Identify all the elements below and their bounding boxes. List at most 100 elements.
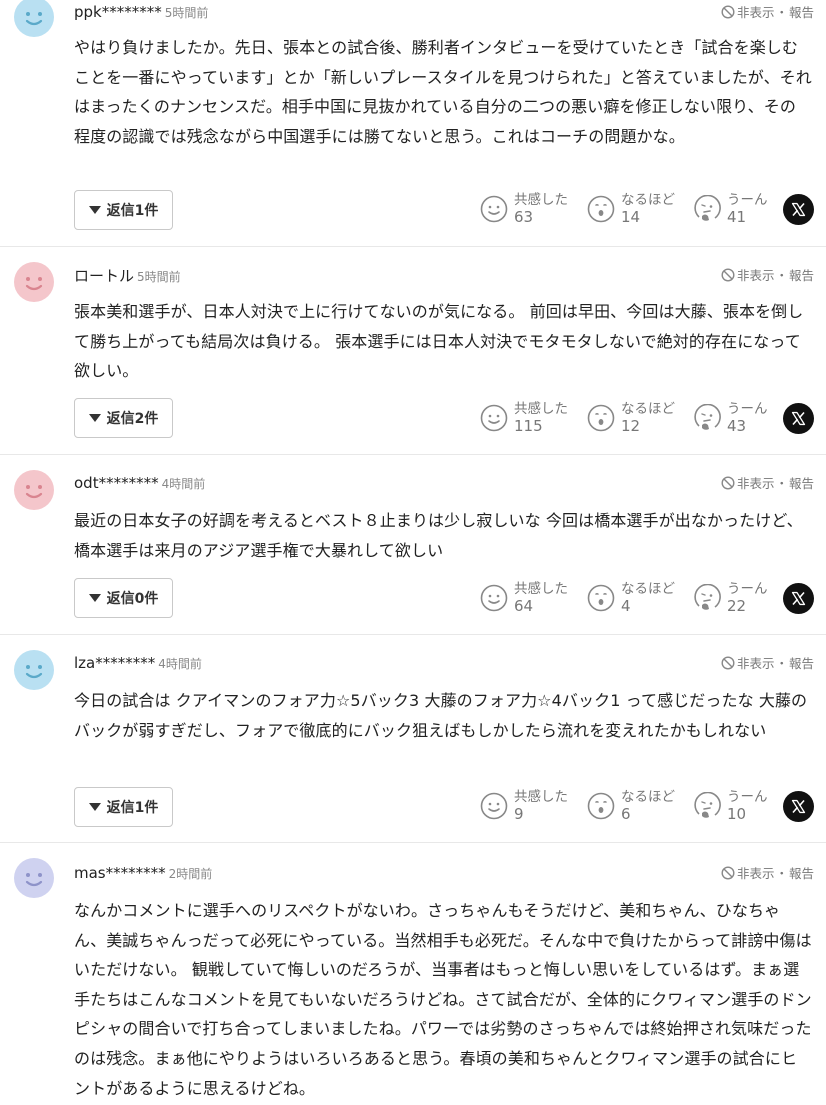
comment-text: やはり負けましたか。先日、張本との試合後、勝利者インタビューを受けていたとき「試… — [74, 38, 812, 146]
thinking-face-icon — [693, 194, 721, 223]
comment-text: 張本美和選手が、日本人対決で上に行けてないのが気になる。 前回は早田、今回は大藤… — [74, 302, 804, 381]
timestamp: 2時間前 — [168, 867, 213, 881]
smile-face-icon — [480, 584, 508, 612]
reply-label: 返信1件 — [106, 800, 159, 816]
username[interactable]: lza******** — [74, 654, 155, 672]
username[interactable]: mas******** — [74, 864, 166, 882]
hmm-count: 22 — [727, 597, 747, 615]
report-link[interactable]: 報告 — [789, 265, 814, 284]
timestamp: 5時間前 — [164, 6, 209, 20]
report-link[interactable]: 報告 — [789, 2, 814, 21]
triangle-down-icon — [88, 414, 101, 422]
report-link[interactable]: 報告 — [789, 653, 814, 672]
hmm-label: うーん — [727, 401, 768, 417]
reply-button[interactable]: 返信1件 — [74, 190, 173, 230]
surprised-face-icon — [587, 792, 615, 820]
smile-face-icon — [480, 792, 508, 820]
avatar[interactable] — [14, 262, 54, 302]
empathy-count: 115 — [514, 417, 543, 435]
x-share-icon[interactable] — [783, 194, 814, 225]
comment-text: 今日の試合は クアイマンのフォア力☆5バック3 大藤のフォア力☆4バック1 って… — [74, 691, 808, 740]
x-share-icon[interactable] — [783, 791, 814, 822]
triangle-down-icon — [88, 803, 101, 811]
hide-link[interactable]: 非表示 — [737, 2, 775, 21]
hide-link[interactable]: 非表示 — [737, 265, 775, 284]
separator: ・ — [775, 5, 788, 20]
hide-link[interactable]: 非表示 — [737, 473, 775, 492]
x-share-icon[interactable] — [783, 403, 814, 434]
comment-actions: 非表示 ・ 報告 — [721, 265, 814, 284]
insight-label: なるほど — [621, 192, 675, 208]
comment-text: なんかコメントに選手へのリスペクトがないわ。さっちゃんもそうだけど、美和ちゃん、… — [74, 901, 812, 1098]
triangle-down-icon — [88, 594, 101, 602]
reply-button[interactable]: 返信2件 — [74, 398, 173, 438]
timestamp: 4時間前 — [161, 477, 206, 491]
surprised-face-icon — [587, 195, 615, 223]
comment-item: odt******** 4時間前 非表示 ・ 報告 最近の日本女子の好調を考えると… — [0, 455, 826, 635]
hide-link[interactable]: 非表示 — [737, 863, 775, 882]
reaction-bar: 共感した 9 なるほど 6 うーん 10 — [480, 787, 820, 827]
comment-item: ppk******** 5時間前 非表示 ・ 報告 やはり負けましたか。先日、張本… — [0, 0, 826, 247]
triangle-down-icon — [88, 206, 101, 214]
insight-label: なるほど — [621, 789, 675, 805]
report-link[interactable]: 報告 — [789, 863, 814, 882]
comment-actions: 非表示 ・ 報告 — [721, 863, 814, 882]
reaction-bar: 共感した 64 なるほど 4 うーん 22 — [480, 579, 820, 619]
separator: ・ — [775, 476, 788, 491]
timestamp: 5時間前 — [137, 270, 181, 284]
username[interactable]: ロートル — [74, 267, 134, 285]
comment-header: lza******** 4時間前 非表示 ・ 報告 — [74, 653, 814, 673]
report-link[interactable]: 報告 — [789, 473, 814, 492]
thinking-face-icon — [693, 791, 721, 820]
comment-item: ロートル 5時間前 非表示 ・ 報告 張本美和選手が、日本人対決で上に行けてないの… — [0, 247, 826, 455]
avatar[interactable] — [14, 470, 54, 510]
x-share-icon[interactable] — [783, 583, 814, 614]
empathy-count: 64 — [514, 597, 534, 615]
username[interactable]: odt******** — [74, 474, 159, 492]
comment-item: lza******** 4時間前 非表示 ・ 報告 今日の試合は クアイマンのフォ… — [0, 635, 826, 843]
comment-header: mas******** 2時間前 非表示 ・ 報告 — [74, 863, 814, 883]
hide-icon — [721, 475, 735, 490]
reaction-bar: 共感した 115 なるほど 12 うーん 43 — [480, 399, 820, 439]
avatar[interactable] — [14, 650, 54, 690]
reply-button[interactable]: 返信0件 — [74, 578, 173, 618]
hmm-count: 41 — [727, 208, 747, 226]
insight-count: 12 — [621, 417, 641, 435]
hide-icon — [721, 655, 735, 670]
surprised-face-icon — [587, 584, 615, 612]
username[interactable]: ppk******** — [74, 3, 162, 21]
comment-actions: 非表示 ・ 報告 — [721, 2, 814, 21]
hide-icon — [721, 267, 735, 282]
hide-icon — [721, 865, 735, 880]
empathy-count: 9 — [514, 805, 524, 823]
surprised-face-icon — [587, 404, 615, 432]
hmm-count: 10 — [727, 805, 747, 823]
smile-face-icon — [480, 195, 508, 223]
empathy-label: 共感した — [514, 192, 568, 208]
insight-count: 4 — [621, 597, 631, 615]
separator: ・ — [775, 268, 788, 283]
comment-header: ppk******** 5時間前 非表示 ・ 報告 — [74, 2, 814, 22]
comment-header: odt******** 4時間前 非表示 ・ 報告 — [74, 473, 814, 493]
reply-button[interactable]: 返信1件 — [74, 787, 173, 827]
insight-label: なるほど — [621, 401, 675, 417]
separator: ・ — [775, 866, 788, 881]
hmm-label: うーん — [727, 581, 768, 597]
timestamp: 4時間前 — [158, 657, 202, 671]
empathy-label: 共感した — [514, 581, 568, 597]
empathy-label: 共感した — [514, 401, 568, 417]
comment-actions: 非表示 ・ 報告 — [721, 473, 814, 492]
avatar[interactable] — [14, 0, 54, 37]
reply-label: 返信2件 — [106, 411, 159, 427]
avatar[interactable] — [14, 858, 54, 898]
comment-header: ロートル 5時間前 非表示 ・ 報告 — [74, 265, 814, 285]
hide-link[interactable]: 非表示 — [737, 653, 775, 672]
separator: ・ — [775, 656, 788, 671]
thinking-face-icon — [693, 403, 721, 432]
reply-label: 返信0件 — [106, 591, 159, 607]
insight-count: 6 — [621, 805, 631, 823]
empathy-label: 共感した — [514, 789, 568, 805]
insight-label: なるほど — [621, 581, 675, 597]
smile-face-icon — [480, 404, 508, 432]
hmm-count: 43 — [727, 417, 747, 435]
